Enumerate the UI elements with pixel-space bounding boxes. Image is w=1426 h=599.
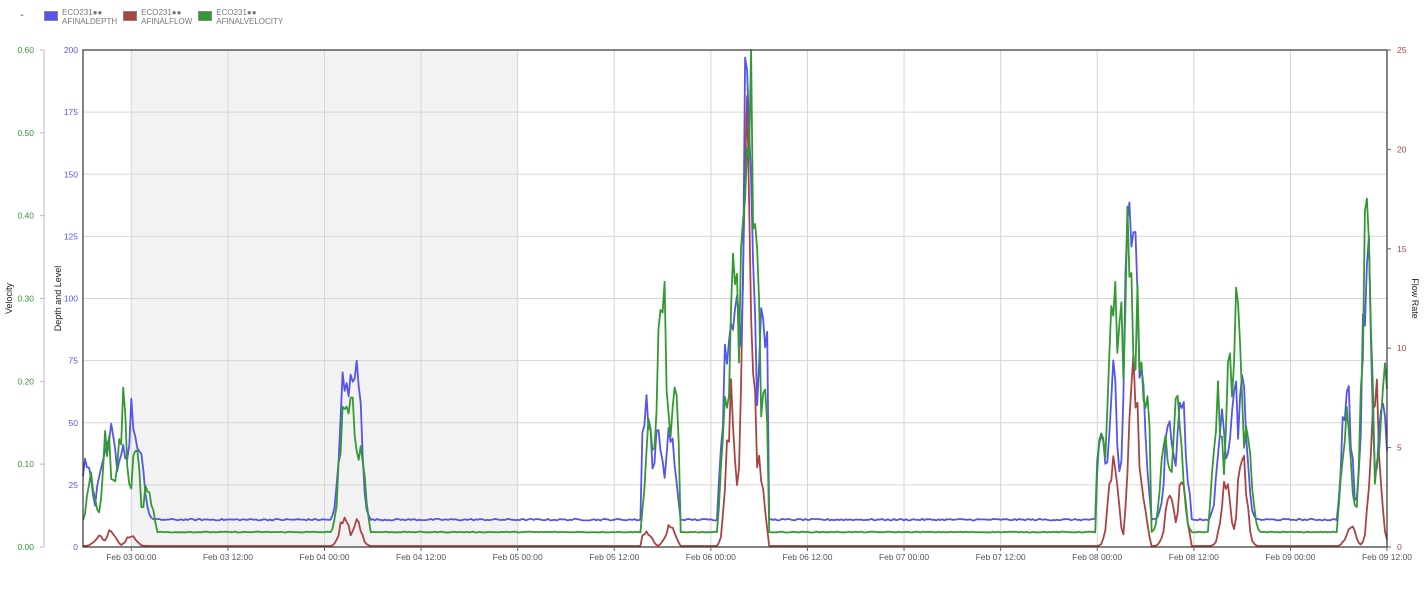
depth-tick-label: 150	[64, 169, 78, 179]
flow-tick-label: 20	[1397, 144, 1407, 154]
velocity-axis-label: Velocity	[4, 282, 14, 314]
depth-axis-label: Depth and Level	[53, 266, 63, 332]
x-tick-label: Feb 05 00:00	[493, 552, 543, 562]
depth-tick-label: 0	[73, 542, 78, 552]
depth-tick-label: 125	[64, 231, 78, 241]
x-tick-label: Feb 08 12:00	[1169, 552, 1219, 562]
depth-tick-label: 100	[64, 294, 78, 304]
velocity-tick-label: 0.10	[17, 459, 34, 469]
depth-tick-label: 25	[69, 480, 79, 490]
flow-tick-label: 10	[1397, 343, 1407, 353]
flow-axis-label: Flow Rate	[1410, 278, 1420, 319]
velocity-tick-label: 0.60	[17, 45, 34, 55]
x-tick-label: Feb 05 12:00	[589, 552, 639, 562]
x-tick-label: Feb 03 12:00	[203, 552, 253, 562]
velocity-tick-label: 0.30	[17, 294, 34, 304]
flow-tick-label: 15	[1397, 244, 1407, 254]
velocity-tick-label: 0.50	[17, 128, 34, 138]
flow-tick-label: 5	[1397, 443, 1402, 453]
flow-tick-label: 0	[1397, 542, 1402, 552]
depth-tick-label: 75	[69, 356, 79, 366]
line-chart[interactable]: Feb 03 00:00 Feb 03 12:00 Feb 04 00:00 Feb …	[0, 0, 1426, 599]
velocity-tick-label: 0.40	[17, 211, 34, 221]
x-tick-label: Feb 09 12:00	[1362, 552, 1412, 562]
x-tick-label: Feb 09 00:00	[1265, 552, 1315, 562]
x-tick-label: Feb 04 00:00	[299, 552, 349, 562]
x-tick-label: Feb 06 12:00	[782, 552, 832, 562]
flow-tick-label: 25	[1397, 45, 1407, 55]
velocity-tick-label: 0.20	[17, 376, 34, 386]
depth-tick-label: 200	[64, 45, 78, 55]
x-tick-label: Feb 08 00:00	[1072, 552, 1122, 562]
x-tick-label: Feb 07 12:00	[976, 552, 1026, 562]
x-tick-label: Feb 07 00:00	[879, 552, 929, 562]
depth-tick-label: 175	[64, 107, 78, 117]
depth-tick-label: 50	[69, 418, 79, 428]
x-tick-label: Feb 03 00:00	[106, 552, 156, 562]
x-tick-label: Feb 06 00:00	[686, 552, 736, 562]
x-tick-label: Feb 04 12:00	[396, 552, 446, 562]
chart-window: - ECO231●● AFINALDEPTH ECO231●● AFINALFL…	[0, 0, 1426, 599]
velocity-tick-label: 0.00	[17, 542, 34, 552]
